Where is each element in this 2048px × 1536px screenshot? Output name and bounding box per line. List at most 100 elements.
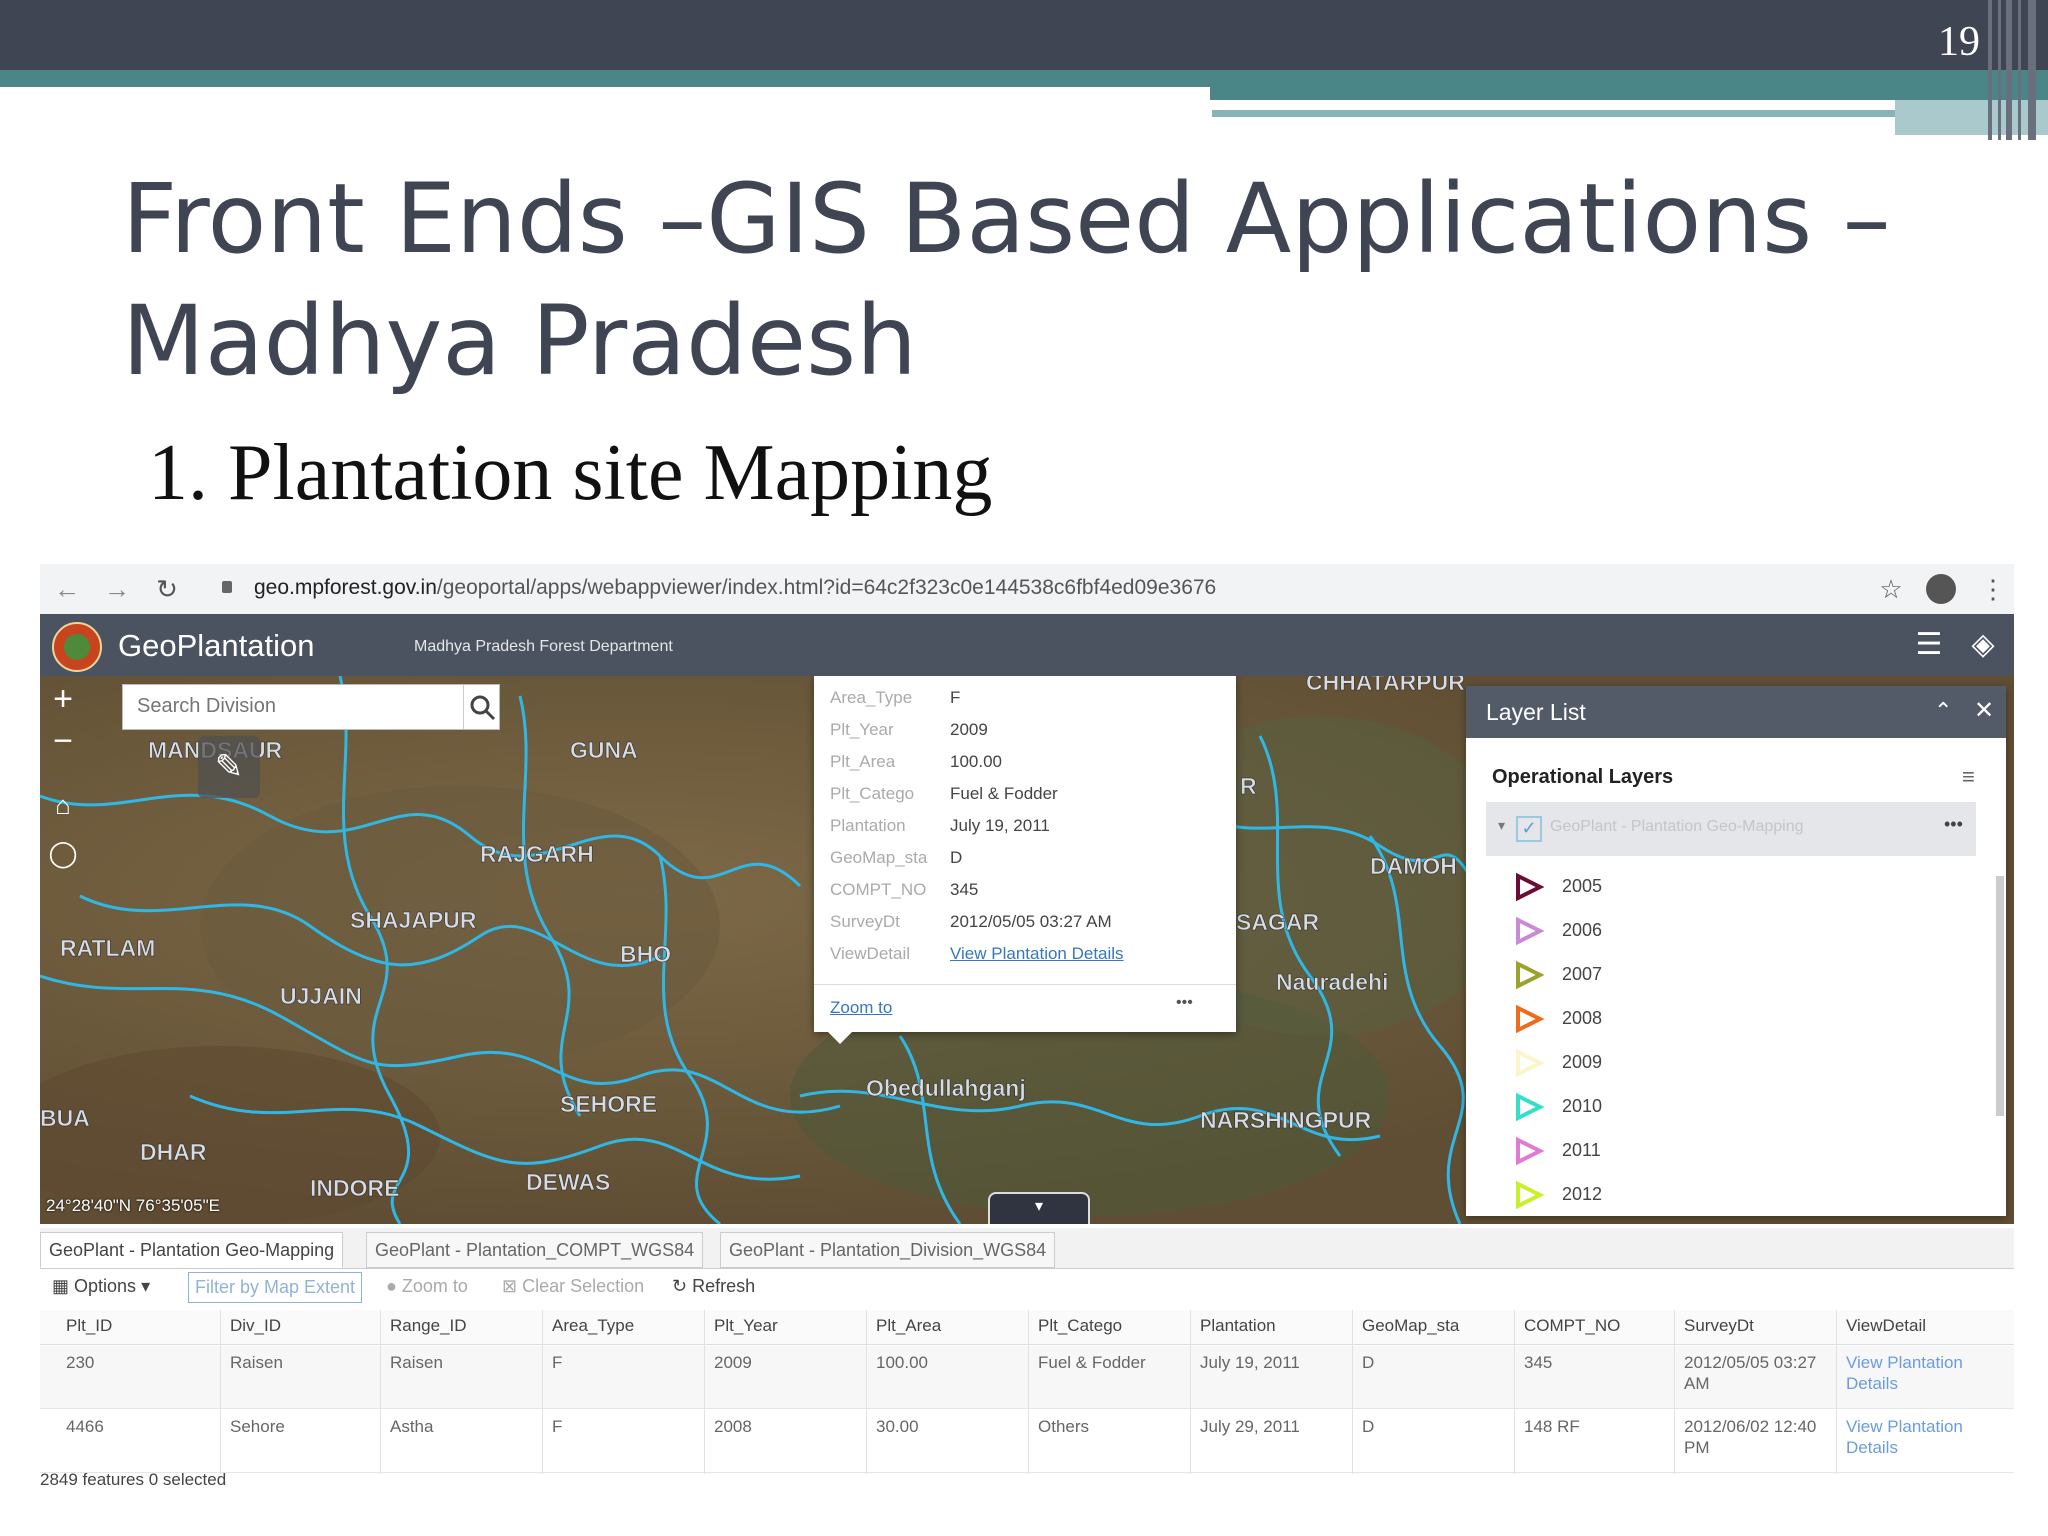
column-divider bbox=[1514, 1310, 1515, 1474]
legend-item: 2009 bbox=[1514, 1046, 1714, 1080]
view-details-link[interactable]: View Plantation Details bbox=[1846, 1416, 1986, 1458]
list-icon[interactable]: ☰ bbox=[1908, 624, 1950, 666]
popup-more-icon[interactable]: ••• bbox=[1176, 994, 1193, 1012]
map-label: NARSHINGPUR bbox=[1200, 1107, 1372, 1133]
map-label: BUA bbox=[40, 1105, 90, 1131]
zoom-to-button[interactable]: ● Zoom to bbox=[386, 1276, 468, 1297]
column-header[interactable]: SurveyDt bbox=[1684, 1316, 1754, 1336]
table-cell: July 19, 2011 bbox=[1200, 1353, 1300, 1372]
menu-icon[interactable]: ⋮ bbox=[1976, 572, 2010, 606]
column-divider bbox=[704, 1310, 705, 1474]
table-cell: D bbox=[1362, 1353, 1375, 1372]
popup-pointer bbox=[828, 1032, 852, 1044]
back-icon[interactable]: ← bbox=[50, 572, 84, 606]
clear-selection-button[interactable]: ⊠ Clear Selection bbox=[502, 1276, 644, 1297]
map-label: SAGAR bbox=[1236, 909, 1319, 935]
coordinate-readout: 24°28'40"N 76°35'05"E bbox=[46, 1196, 220, 1215]
address-bar[interactable]: geo.mpforest.gov.in/geoportal/apps/webap… bbox=[254, 576, 1216, 600]
operational-layers-heading: Operational Layers bbox=[1492, 766, 1674, 788]
reload-icon[interactable]: ↻ bbox=[150, 572, 184, 606]
map-label: INDORE bbox=[310, 1175, 399, 1201]
legend-swatch bbox=[1516, 1004, 1544, 1034]
popup-row: COMPT_NO 345 bbox=[830, 880, 979, 899]
layer-row[interactable]: ▾ ✓ GeoPlant - Plantation Geo-Mapping ••… bbox=[1486, 802, 1976, 856]
legend-label: 2006 bbox=[1562, 920, 1603, 940]
view-details-link[interactable]: View Plantation Details bbox=[1846, 1352, 1986, 1394]
panel-scrollbar[interactable] bbox=[1996, 876, 2004, 1116]
popup-row: ViewDetail View Plantation Details bbox=[830, 944, 1124, 964]
slide-stripe bbox=[2006, 0, 2012, 140]
table-cell: Others bbox=[1038, 1417, 1090, 1436]
column-header[interactable]: Plantation bbox=[1200, 1316, 1276, 1336]
column-header[interactable]: Plt_ID bbox=[66, 1316, 112, 1336]
layers-icon[interactable]: ◈ bbox=[1962, 624, 2004, 666]
lock-icon bbox=[222, 581, 232, 593]
collapse-panel-icon[interactable]: ⌃ bbox=[1934, 698, 1952, 724]
legend-item: 2007 bbox=[1514, 958, 1714, 992]
map-label: Nauradehi bbox=[1276, 969, 1388, 995]
table-cell: D bbox=[1362, 1417, 1375, 1436]
popup-row: GeoMap_sta D bbox=[830, 848, 963, 867]
slide-stripe bbox=[2018, 0, 2021, 140]
map-label: GUNA bbox=[570, 737, 638, 763]
locate-icon[interactable]: ◯ bbox=[46, 836, 80, 870]
map-label: DAMOH bbox=[1370, 853, 1457, 879]
column-header[interactable]: Range_ID bbox=[390, 1316, 467, 1336]
expand-layer-icon[interactable]: ▾ bbox=[1498, 817, 1505, 834]
column-header[interactable]: ViewDetail bbox=[1846, 1316, 1926, 1336]
table-cell: F bbox=[552, 1353, 563, 1372]
search-button[interactable] bbox=[463, 685, 500, 729]
column-header[interactable]: Div_ID bbox=[230, 1316, 281, 1336]
legend-swatch bbox=[1516, 1180, 1544, 1210]
measure-tool-icon[interactable]: ✎ bbox=[198, 736, 260, 798]
popup-divider bbox=[814, 984, 1236, 985]
slide-title-line: Front Ends –GIS Based Applications – bbox=[122, 163, 1891, 275]
search-input[interactable] bbox=[123, 685, 481, 727]
map-view[interactable]: MANDSAUR GUNA RAJGARH SHAJAPUR RATLAM UJ… bbox=[40, 676, 2014, 1224]
slide-title-line: Madhya Pradesh bbox=[122, 285, 917, 397]
close-icon[interactable]: ✕ bbox=[1974, 696, 1994, 725]
collapse-table-button[interactable]: ▾ bbox=[988, 1192, 1090, 1224]
zoom-in-button[interactable]: + bbox=[46, 682, 80, 716]
column-divider bbox=[1836, 1310, 1837, 1474]
search-box bbox=[122, 684, 500, 730]
column-header[interactable]: Plt_Area bbox=[876, 1316, 941, 1336]
forward-icon[interactable]: → bbox=[100, 572, 134, 606]
refresh-button[interactable]: ↻ Refresh bbox=[672, 1276, 755, 1297]
app-header: GeoPlantation Madhya Pradesh Forest Depa… bbox=[40, 614, 2014, 676]
star-icon[interactable]: ☆ bbox=[1874, 572, 1908, 606]
zoom-out-button[interactable]: − bbox=[46, 724, 80, 758]
map-label: BHO bbox=[620, 941, 671, 967]
tab-plantation-division[interactable]: GeoPlant - Plantation_Division_WGS84 bbox=[720, 1232, 1056, 1268]
app-title: GeoPlantation bbox=[118, 628, 315, 663]
table-cell: Fuel & Fodder bbox=[1038, 1353, 1146, 1372]
tab-plantation-compt[interactable]: GeoPlant - Plantation_COMPT_WGS84 bbox=[366, 1232, 704, 1268]
slide-header-bar bbox=[0, 0, 2048, 70]
column-header[interactable]: Area_Type bbox=[552, 1316, 634, 1336]
table-cell: 230 bbox=[66, 1353, 95, 1372]
legend-label: 2011 bbox=[1562, 1140, 1601, 1160]
feature-count: 2849 features 0 selected bbox=[40, 1470, 227, 1489]
profile-icon[interactable] bbox=[1926, 574, 1956, 604]
legend-label: 2009 bbox=[1562, 1052, 1603, 1072]
filter-by-map-extent-button[interactable]: Filter by Map Extent bbox=[188, 1272, 363, 1303]
layer-list-panel: Layer List ⌃ ✕ Operational Layers ≡ ▾ ✓ … bbox=[1466, 686, 2006, 1216]
view-plantation-details-link[interactable]: View Plantation Details bbox=[950, 944, 1124, 964]
column-header[interactable]: Plt_Catego bbox=[1038, 1316, 1122, 1336]
layer-visibility-checkbox[interactable]: ✓ bbox=[1516, 816, 1542, 842]
layer-options-icon[interactable]: ••• bbox=[1944, 814, 1963, 835]
attribute-table-toolbar: ▦ Options ▾ Filter by Map Extent ● Zoom … bbox=[40, 1270, 2014, 1308]
zoom-to-link[interactable]: Zoom to bbox=[830, 998, 892, 1018]
column-header[interactable]: Plt_Year bbox=[714, 1316, 778, 1336]
column-divider bbox=[866, 1310, 867, 1474]
tab-plantation-geo-mapping[interactable]: GeoPlant - Plantation Geo-Mapping bbox=[40, 1232, 344, 1268]
column-header[interactable]: GeoMap_sta bbox=[1362, 1316, 1459, 1336]
home-icon[interactable]: ⌂ bbox=[46, 788, 80, 822]
legend-swatch bbox=[1516, 916, 1544, 946]
options-menu[interactable]: ▦ Options ▾ bbox=[52, 1276, 150, 1297]
filter-layers-icon[interactable]: ≡ bbox=[1962, 764, 1975, 790]
legend-item: 2005 bbox=[1514, 870, 1714, 904]
legend-label: 2010 bbox=[1562, 1096, 1603, 1116]
column-header[interactable]: COMPT_NO bbox=[1524, 1316, 1620, 1336]
legend-swatch bbox=[1516, 1048, 1544, 1078]
